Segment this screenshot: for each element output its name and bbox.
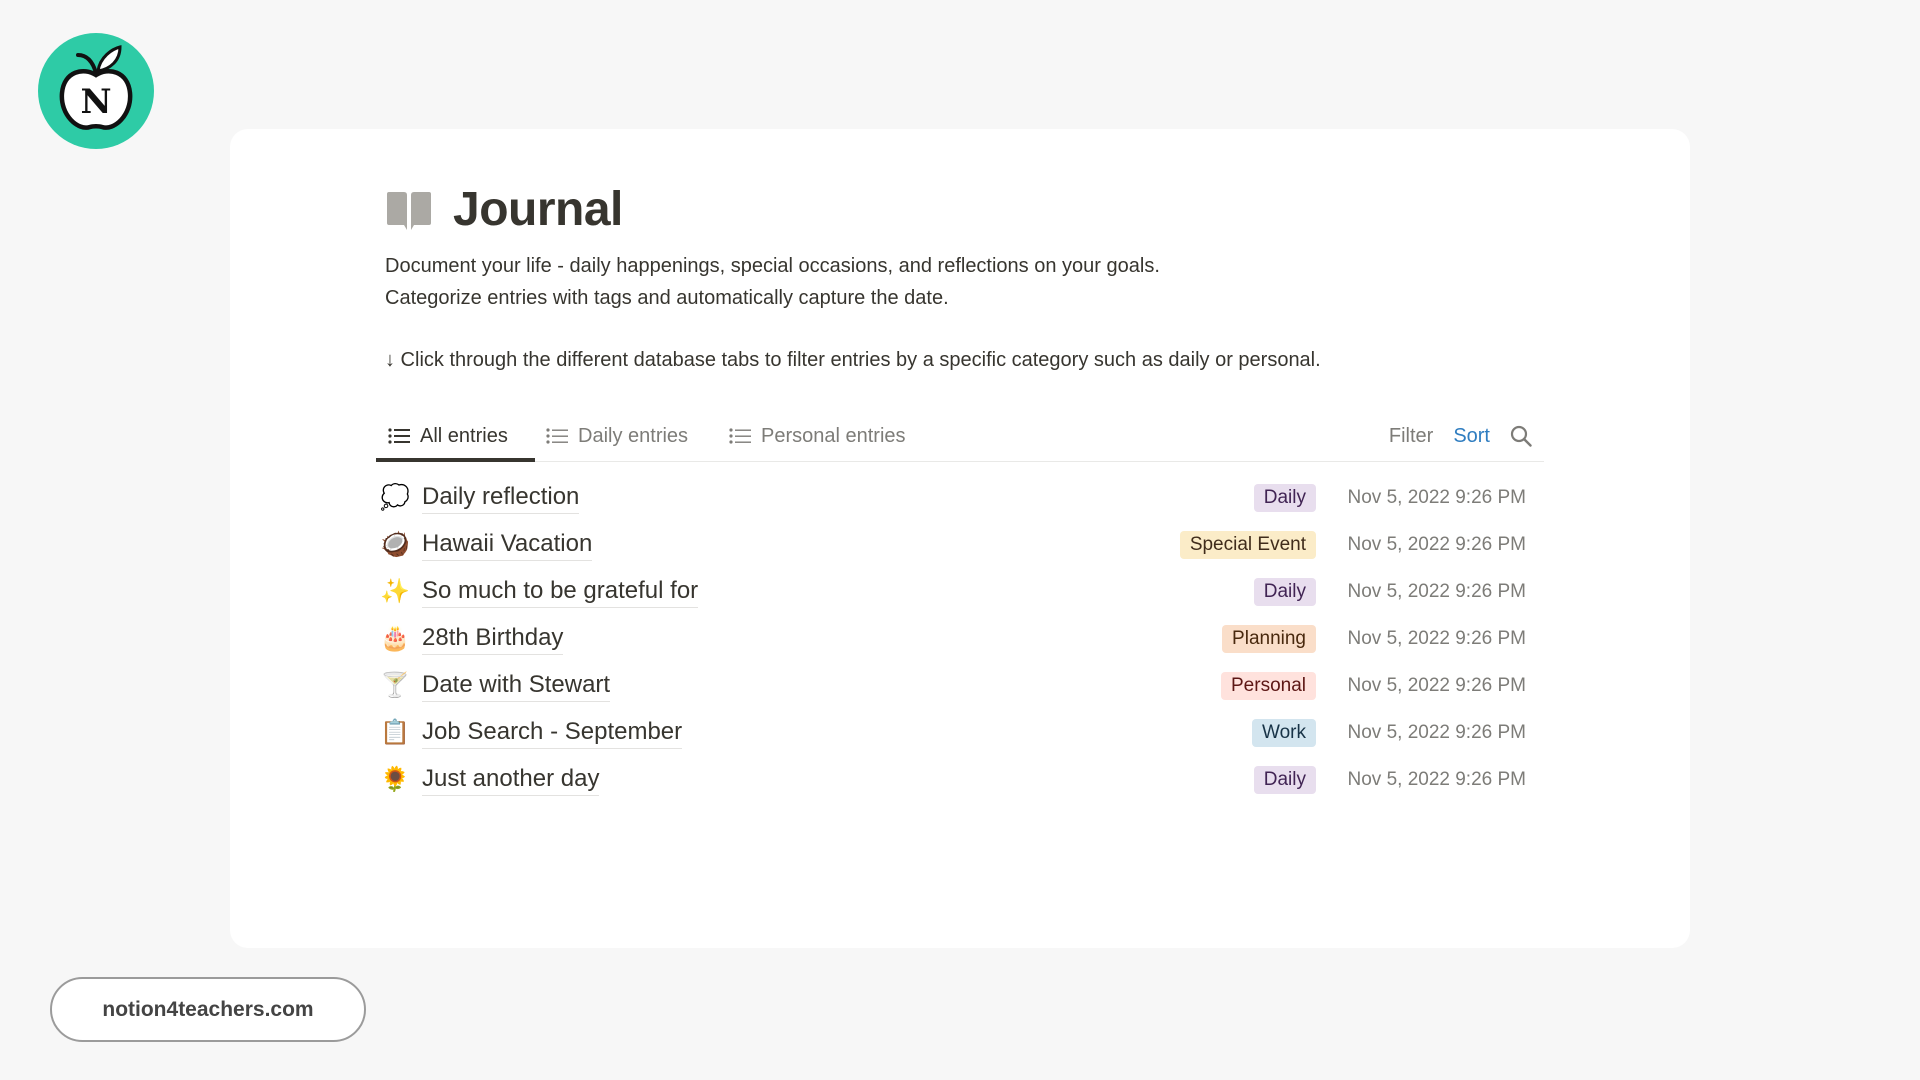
entry-tag: Personal: [1221, 671, 1316, 700]
entry-emoji-icon: 💭: [380, 483, 410, 511]
entry-date: Nov 5, 2022 9:26 PM: [1347, 533, 1527, 555]
list-icon: [388, 428, 410, 444]
entry-title[interactable]: Job Search - September: [422, 717, 683, 749]
list-icon: [729, 428, 751, 444]
entry-tag: Daily: [1253, 765, 1316, 794]
entry-date: Nov 5, 2022 9:26 PM: [1347, 627, 1527, 649]
entry-emoji-icon: 📋: [380, 718, 410, 746]
notion4teachers-logo: N: [38, 33, 154, 149]
entry-emoji-icon: 🌻: [380, 765, 410, 793]
apple-icon: N: [59, 45, 133, 130]
description-line: Document your life - daily happenings, s…: [385, 255, 1160, 277]
entry-emoji-icon: 🎂: [380, 624, 410, 652]
list-icon: [546, 428, 568, 444]
entries-list: 💭 Daily reflection Daily Nov 5, 2022 9:2…: [376, 474, 1544, 803]
tab-daily-entries[interactable]: Daily entries: [546, 412, 688, 460]
sort-button[interactable]: Sort: [1453, 425, 1490, 448]
tab-label: Daily entries: [578, 424, 689, 447]
entry-row[interactable]: ✨ So much to be grateful for Daily Nov 5…: [376, 568, 1544, 615]
entry-date: Nov 5, 2022 9:26 PM: [1347, 768, 1527, 790]
entry-row[interactable]: 🎂 28th Birthday Planning Nov 5, 2022 9:2…: [376, 615, 1544, 662]
entry-date: Nov 5, 2022 9:26 PM: [1347, 721, 1527, 743]
filter-button[interactable]: Filter: [1389, 425, 1433, 448]
page-hint: ↓ Click through the different database t…: [385, 349, 1321, 371]
entry-emoji-icon: ✨: [380, 577, 410, 605]
entry-row[interactable]: 📋 Job Search - September Work Nov 5, 202…: [376, 709, 1544, 756]
entry-tag: Daily: [1253, 483, 1316, 512]
tab-label: All entries: [420, 424, 508, 447]
entry-row[interactable]: 🥥 Hawaii Vacation Special Event Nov 5, 2…: [376, 521, 1544, 568]
entry-tag: Special Event: [1179, 530, 1316, 559]
entry-title[interactable]: Just another day: [422, 764, 600, 796]
tab-label: Personal entries: [761, 424, 906, 447]
entry-row[interactable]: 🌻 Just another day Daily Nov 5, 2022 9:2…: [376, 756, 1544, 803]
search-icon[interactable]: [1510, 425, 1532, 447]
page-header: Journal: [385, 180, 623, 240]
page-title: Journal: [453, 183, 623, 236]
entry-date: Nov 5, 2022 9:26 PM: [1347, 674, 1527, 696]
entry-row[interactable]: 💭 Daily reflection Daily Nov 5, 2022 9:2…: [376, 474, 1544, 521]
description-line: Categorize entries with tags and automat…: [385, 287, 949, 309]
entry-date: Nov 5, 2022 9:26 PM: [1347, 486, 1527, 508]
page-description: Document your life - daily happenings, s…: [385, 250, 1160, 314]
entry-title[interactable]: Date with Stewart: [422, 670, 611, 702]
tab-personal-entries[interactable]: Personal entries: [729, 412, 906, 460]
entry-emoji-icon: 🥥: [380, 530, 410, 558]
entry-tag: Planning: [1222, 624, 1316, 653]
logo-letter: N: [80, 82, 111, 122]
tab-all-entries[interactable]: All entries: [376, 412, 535, 462]
website-link-button[interactable]: notion4teachers.com: [50, 977, 366, 1042]
open-book-icon: [387, 192, 431, 230]
entry-title[interactable]: So much to be grateful for: [422, 576, 699, 608]
database-toolbar: Filter Sort: [1389, 412, 1532, 460]
entry-title[interactable]: Daily reflection: [422, 482, 580, 514]
database-view-tabs: All entries Daily entries Personal entri…: [376, 412, 1544, 462]
entry-emoji-icon: 🍸: [380, 671, 410, 699]
entry-date: Nov 5, 2022 9:26 PM: [1347, 580, 1527, 602]
entry-tag: Work: [1252, 718, 1316, 747]
entry-title[interactable]: Hawaii Vacation: [422, 529, 593, 561]
entry-title[interactable]: 28th Birthday: [422, 623, 564, 655]
entry-tag: Daily: [1253, 577, 1316, 606]
entry-row[interactable]: 🍸 Date with Stewart Personal Nov 5, 2022…: [376, 662, 1544, 709]
